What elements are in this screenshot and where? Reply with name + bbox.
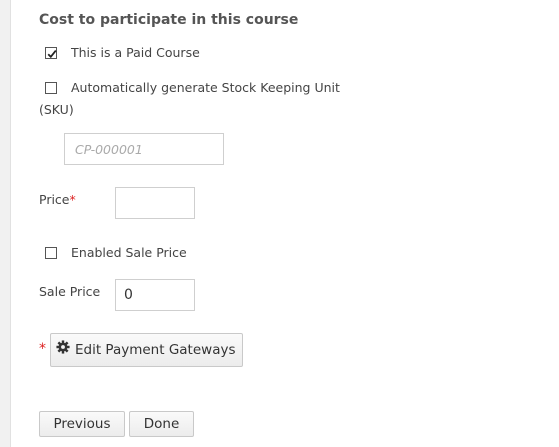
gateways-required-marker: * <box>39 341 46 357</box>
paid-course-label: This is a Paid Course <box>71 45 200 60</box>
auto-sku-label-continued: (SKU) <box>39 102 74 117</box>
gear-icon <box>56 340 70 354</box>
sale-price-checkbox[interactable] <box>45 247 57 259</box>
edit-payment-gateways-label: Edit Payment Gateways <box>75 342 236 358</box>
price-input[interactable] <box>115 187 195 219</box>
previous-button[interactable]: Previous <box>39 411 125 437</box>
price-required-marker: * <box>69 192 76 207</box>
checkmark-icon <box>47 50 57 59</box>
sku-input[interactable] <box>64 133 224 165</box>
course-cost-panel: Cost to participate in this course This … <box>10 0 559 447</box>
sale-price-label: Sale Price <box>39 284 101 299</box>
paid-course-checkbox[interactable] <box>45 47 57 59</box>
sale-price-enable-label: Enabled Sale Price <box>71 245 187 260</box>
auto-sku-label: Automatically generate Stock Keeping Uni… <box>71 80 340 95</box>
edit-payment-gateways-button[interactable]: Edit Payment Gateways <box>50 333 243 367</box>
auto-sku-checkbox[interactable] <box>45 82 57 94</box>
section-heading: Cost to participate in this course <box>39 12 299 28</box>
price-label: Price* <box>39 192 76 207</box>
price-label-text: Price <box>39 192 70 207</box>
sale-price-input[interactable] <box>115 279 195 311</box>
done-button[interactable]: Done <box>129 411 194 437</box>
